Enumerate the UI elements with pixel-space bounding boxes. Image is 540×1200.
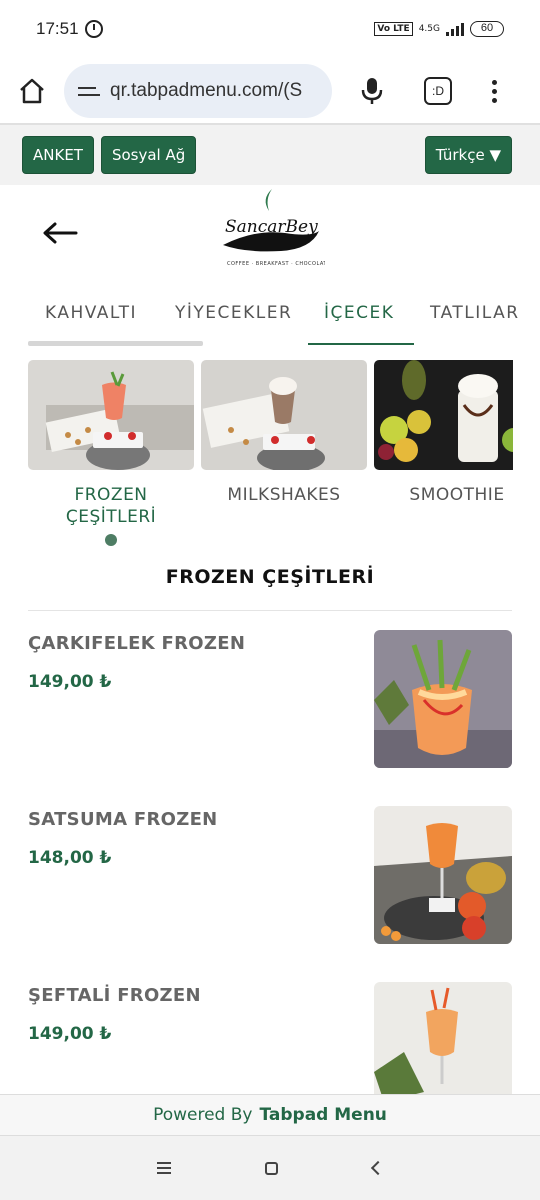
product-item[interactable]: ÇARKIFELEK FROZEN 149,00 ₺ (28, 630, 512, 770)
category-tabs: KAHVALTI YİYECEKLER İÇECEK TATLILAR (0, 285, 540, 345)
survey-button[interactable]: ANKET (22, 136, 94, 174)
browser-toolbar: qr.tabpadmenu.com/(S :D (0, 58, 540, 124)
section-title: FROZEN ÇEŞİTLERİ (165, 566, 375, 588)
tab-kahvalti[interactable]: KAHVALTI (45, 303, 137, 323)
brand-logo: SancarBey COFFEE · BREAKFAST · CHOCOLATE (223, 189, 325, 267)
site-settings-icon[interactable] (78, 86, 100, 96)
alarm-icon (84, 20, 103, 38)
subcategory-image (28, 360, 194, 470)
system-navigation-bar (0, 1136, 540, 1200)
menu-more-icon[interactable] (492, 79, 497, 103)
back-nav-icon[interactable] (370, 1160, 385, 1176)
battery-icon: 60 (470, 21, 504, 37)
home-icon (20, 78, 44, 104)
product-name: ÇARKIFELEK FROZEN (28, 633, 246, 654)
powered-by-footer: Powered By Tabpad Menu (0, 1094, 540, 1136)
home-nav-icon[interactable] (265, 1161, 279, 1175)
subcategory-label: SMOOTHIE (409, 485, 505, 505)
product-item[interactable]: SATSUMA FROZEN 148,00 ₺ (28, 806, 512, 946)
status-bar: 17:51 Vo LTE 4.5G 60 (0, 0, 540, 58)
subcategory-smoothie[interactable]: SMOOTHIE (374, 360, 513, 506)
product-name: SATSUMA FROZEN (28, 809, 218, 830)
top-actions-bar: ANKET Sosyal Ağ Türkçe ▼ (0, 125, 540, 185)
product-price: 149,00 ₺ (28, 1024, 112, 1044)
subcategory-frozen[interactable]: FROZEN ÇEŞİTLERİ (28, 360, 194, 546)
tab-yiyecekler[interactable]: YİYECEKLER (175, 303, 292, 323)
active-tab-underline (308, 343, 414, 345)
home-button[interactable] (14, 73, 50, 109)
back-arrow-icon[interactable] (42, 219, 78, 247)
signal-icon (446, 22, 464, 36)
subcategory-image (374, 360, 513, 470)
product-price: 148,00 ₺ (28, 848, 112, 868)
status-indicators: Vo LTE 4.5G 60 (374, 21, 504, 37)
subcategory-label: MILKSHAKES (227, 485, 341, 505)
menu-header: SancarBey COFFEE · BREAKFAST · CHOCOLATE (0, 185, 540, 285)
volte-icon: Vo LTE (374, 22, 413, 36)
subcategory-carousel: FROZEN ÇEŞİTLERİ MILKSHAKES SMOOTHIE (28, 360, 513, 550)
active-subcategory-dot (105, 534, 117, 546)
url-text: qr.tabpadmenu.com/(S (110, 80, 303, 101)
subcategory-milkshakes[interactable]: MILKSHAKES (201, 360, 367, 506)
tab-tatlilar[interactable]: TATLILAR (430, 303, 520, 323)
subcategory-image (201, 360, 367, 470)
powered-by-brand[interactable]: Tabpad Menu (259, 1105, 386, 1125)
product-image (374, 630, 512, 768)
product-image (374, 806, 512, 944)
status-time: 17:51 (36, 19, 79, 38)
network-type: 4.5G (418, 24, 440, 34)
subcategory-label: FROZEN ÇEŞİTLERİ (65, 485, 157, 527)
product-price: 149,00 ₺ (28, 672, 112, 692)
product-name: ŞEFTALİ FROZEN (28, 985, 201, 1006)
section-divider (28, 610, 512, 611)
svg-text:SancarBey: SancarBey (225, 217, 318, 237)
svg-text:COFFEE · BREAKFAST · CHOCOLATE: COFFEE · BREAKFAST · CHOCOLATE (227, 261, 325, 267)
language-select[interactable]: Türkçe ▼ (424, 136, 512, 174)
address-bar[interactable]: qr.tabpadmenu.com/(S (64, 64, 332, 118)
tabs-scroll-indicator (28, 341, 203, 346)
mic-icon (361, 78, 383, 104)
voice-search-button[interactable] (354, 73, 390, 109)
tab-switcher-button[interactable]: :D (424, 77, 452, 105)
powered-by-label: Powered By (153, 1105, 253, 1125)
social-button[interactable]: Sosyal Ağ (100, 136, 197, 174)
tab-icecek[interactable]: İÇECEK (324, 303, 394, 323)
recents-icon[interactable] (157, 1162, 172, 1174)
